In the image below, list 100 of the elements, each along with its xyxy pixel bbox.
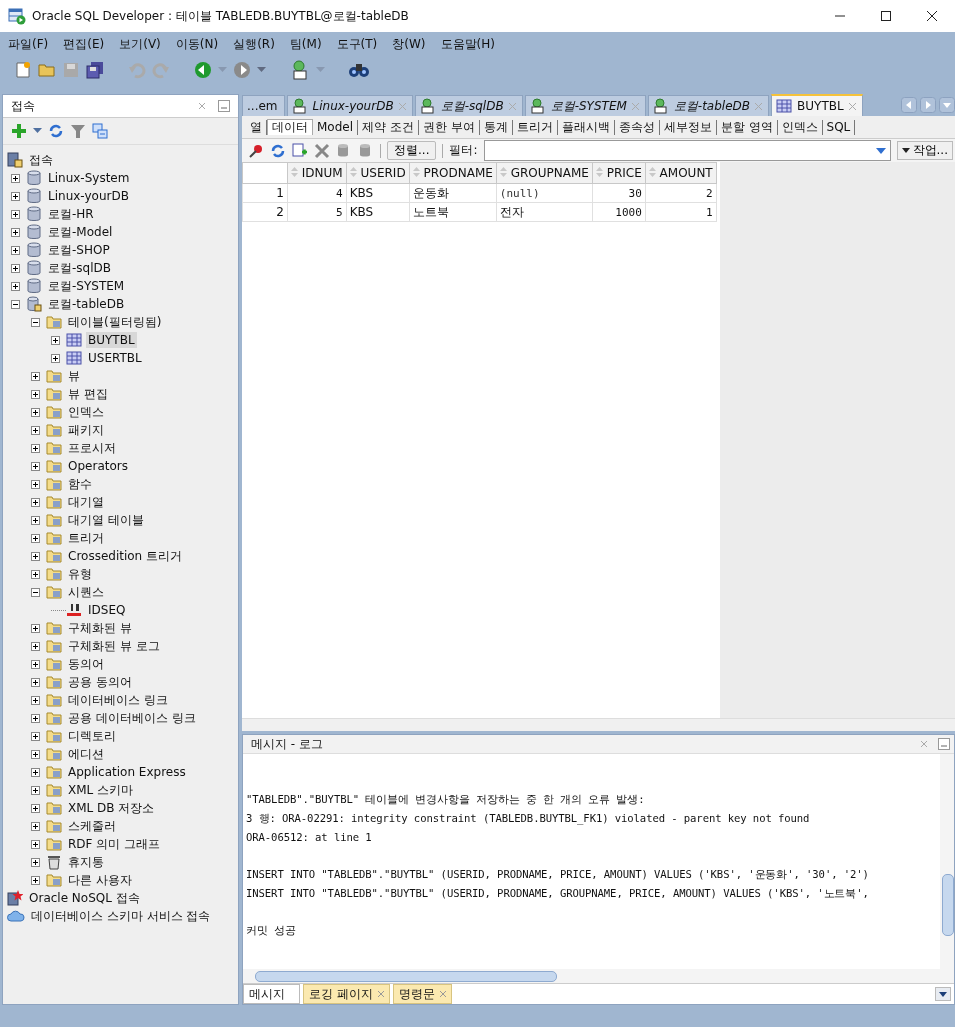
horizontal-scrollbar[interactable] — [255, 971, 557, 982]
sub-tab[interactable]: 통계 — [479, 119, 513, 135]
tree-item[interactable]: BUYTBL — [86, 332, 137, 348]
minimize-icon[interactable] — [938, 738, 950, 750]
expander-icon[interactable] — [11, 281, 20, 291]
menu-item[interactable]: 도움말(H) — [440, 35, 495, 53]
tree-item[interactable]: 휴지통 — [66, 852, 106, 872]
delete-icon[interactable] — [314, 142, 330, 159]
tree-item[interactable]: 패키지 — [66, 420, 106, 440]
column-header[interactable]: USERID — [346, 162, 410, 184]
expander-icon[interactable] — [31, 785, 40, 795]
log-tab[interactable]: 명령문 — [392, 984, 452, 1004]
tree-item[interactable]: 에디션 — [66, 744, 106, 764]
editor-tab[interactable]: 로컬-SYSTEM — [524, 95, 646, 116]
menu-item[interactable]: 팀(M) — [289, 35, 322, 53]
dropdown-caret-icon[interactable] — [875, 147, 886, 154]
filter-icon[interactable] — [70, 123, 86, 139]
expander-icon[interactable] — [31, 677, 40, 687]
menu-item[interactable]: 창(W) — [392, 35, 426, 53]
tree-item[interactable]: 로컬-sqlDB — [46, 258, 113, 278]
expander-icon[interactable] — [31, 587, 40, 597]
filter-field[interactable] — [483, 140, 891, 161]
scroll-left-icon[interactable] — [901, 97, 917, 113]
expander-icon[interactable] — [31, 821, 40, 831]
sub-tab[interactable]: 데이터 — [267, 119, 313, 135]
minimize-icon[interactable] — [218, 100, 230, 112]
new-file-icon[interactable] — [14, 61, 32, 79]
editor-tab[interactable]: Linux-yourDB — [286, 95, 413, 116]
expander-icon[interactable] — [31, 569, 40, 579]
editor-tab[interactable]: 로컬-sqlDB — [414, 95, 523, 116]
expander-icon[interactable] — [11, 245, 20, 255]
expander-icon[interactable] — [51, 353, 60, 363]
column-header[interactable]: PRODNAME — [409, 162, 497, 184]
expander-icon[interactable] — [31, 623, 40, 633]
scroll-right-icon[interactable] — [920, 97, 936, 113]
tree-item[interactable]: 인덱스 — [66, 402, 106, 422]
tree-item[interactable]: 트리거 — [66, 528, 106, 548]
expander-icon[interactable] — [31, 731, 40, 741]
tree-item[interactable]: RDF 의미 그래프 — [66, 834, 163, 854]
tree-item[interactable]: 구체화된 뷰 — [66, 618, 134, 638]
tree-item[interactable]: 디렉토리 — [66, 726, 118, 746]
tree-item[interactable]: 대기열 테이블 — [66, 510, 146, 530]
dropdown-icon[interactable] — [935, 987, 951, 1001]
insert-row-icon[interactable] — [292, 142, 308, 159]
editor-tab[interactable]: ...em — [242, 95, 285, 116]
expander-icon[interactable] — [31, 515, 40, 525]
expander-icon[interactable] — [31, 533, 40, 543]
tree-item[interactable]: 다른 사용자 — [66, 870, 134, 890]
expander-icon[interactable] — [31, 407, 40, 417]
tree-item[interactable]: 데이터베이스 스키마 서비스 접속 — [29, 906, 213, 926]
tree-item[interactable]: Crossedition 트리거 — [66, 546, 185, 566]
dropdown-caret-icon[interactable] — [33, 128, 42, 134]
tree-item[interactable]: Operators — [66, 458, 130, 474]
expander-icon[interactable] — [31, 443, 40, 453]
expander-icon[interactable] — [11, 299, 20, 309]
tree-item[interactable]: 데이터베이스 링크 — [66, 690, 170, 710]
tree-item[interactable]: 시퀀스 — [66, 582, 106, 602]
column-header[interactable]: IDNUM — [287, 162, 347, 184]
menu-item[interactable]: 도구(T) — [336, 35, 378, 53]
dropdown-caret-icon[interactable] — [257, 67, 266, 73]
vertical-scrollbar[interactable] — [942, 874, 954, 936]
tree-item[interactable]: 스케줄러 — [66, 816, 118, 836]
close-icon[interactable] — [926, 10, 938, 22]
sub-tab[interactable]: 트리거 — [512, 119, 558, 135]
editor-tab[interactable]: 로컬-tableDB — [647, 95, 770, 116]
tree-item[interactable]: 뷰 편집 — [66, 384, 110, 404]
expander-icon[interactable] — [31, 461, 40, 471]
expander-icon[interactable] — [31, 659, 40, 669]
tree-item[interactable]: 구체화된 뷰 로그 — [66, 636, 162, 656]
expander-icon[interactable] — [31, 389, 40, 399]
menu-item[interactable]: 이동(N) — [175, 35, 219, 53]
refresh-icon[interactable] — [48, 123, 64, 139]
tree-item[interactable]: XML 스키마 — [66, 780, 136, 800]
expander-icon[interactable] — [31, 479, 40, 489]
expander-icon[interactable] — [11, 191, 20, 201]
expander-icon[interactable] — [11, 173, 20, 183]
sub-tab[interactable]: Model — [313, 119, 359, 135]
expander-icon[interactable] — [31, 497, 40, 507]
tree-item[interactable]: 로컬-tableDB — [46, 294, 127, 314]
actions-button[interactable]: 작업... — [896, 141, 953, 160]
forward-icon[interactable] — [233, 61, 251, 79]
expander-icon[interactable] — [11, 209, 20, 219]
add-icon[interactable] — [11, 123, 27, 139]
expander-icon[interactable] — [11, 227, 20, 237]
sort-button[interactable]: 정렬... — [387, 141, 437, 160]
expander-icon[interactable] — [31, 371, 40, 381]
sub-tab[interactable]: 인덱스 — [777, 119, 823, 135]
tree-item[interactable]: 대기열 — [66, 492, 106, 512]
tree-item[interactable]: 프로시저 — [66, 438, 118, 458]
tree-item[interactable]: 뷰 — [66, 366, 82, 386]
expander-icon[interactable] — [31, 713, 40, 723]
column-header[interactable]: PRICE — [592, 162, 646, 184]
expander-icon[interactable] — [31, 317, 40, 327]
tree-item[interactable]: Linux-yourDB — [46, 188, 131, 204]
tree-item[interactable]: 접속 — [27, 150, 55, 170]
expander-icon[interactable] — [31, 857, 40, 867]
tree-item[interactable]: 동의어 — [66, 654, 106, 674]
tree-item[interactable]: 로컬-HR — [46, 204, 96, 224]
collapse-icon[interactable] — [92, 123, 108, 139]
tree-item[interactable]: 함수 — [66, 474, 94, 494]
